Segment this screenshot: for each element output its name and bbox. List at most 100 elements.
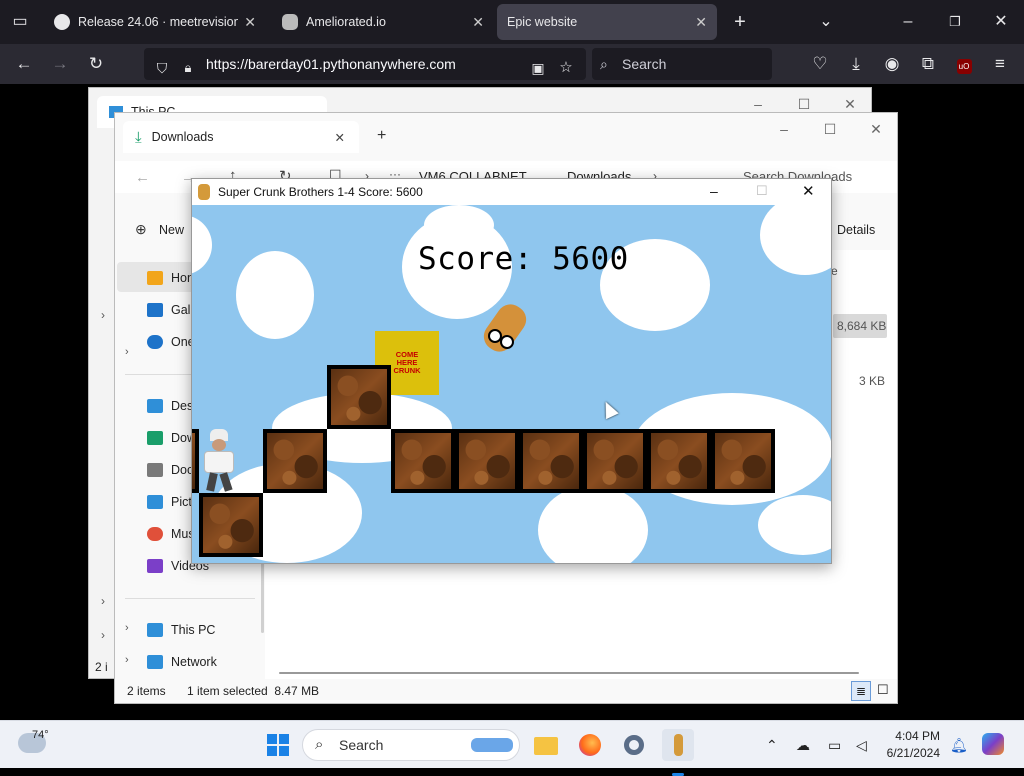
tab-overview-icon[interactable]: ▭ <box>0 0 40 44</box>
network-icon <box>147 655 163 669</box>
game-window-title: Super Crunk Brothers 1-4 Score: 5600 <box>218 185 423 199</box>
back-icon[interactable]: ← <box>8 44 40 84</box>
firefox-icon[interactable] <box>574 729 606 761</box>
volume-icon[interactable]: ◁ <box>856 721 867 769</box>
tab-list-chevron-icon[interactable]: ⌄ <box>806 0 846 44</box>
details-view-icon[interactable]: ≣ <box>851 681 871 701</box>
copilot-icon[interactable] <box>982 733 1004 755</box>
file-explorer-icon[interactable] <box>530 729 562 761</box>
onedrive-icon <box>147 335 163 349</box>
browser-tab-bar: ▭ Release 24.06 · meetrevision/pla ✕ Ame… <box>0 0 1024 44</box>
display-icon[interactable]: ▭ <box>828 721 841 769</box>
status-item-count: 2 items <box>127 684 166 698</box>
tab-ameliorated[interactable]: Ameliorated.io ✕ <box>272 4 494 40</box>
clock-time[interactable]: 4:04 PM <box>884 729 940 743</box>
sidebar-item-network[interactable]: Network <box>147 648 217 676</box>
score-text: Score: 5600 <box>418 241 629 277</box>
game-canvas[interactable]: Score: 5600 COME HERE CRUNK <box>192 205 831 563</box>
minimize-icon[interactable]: – <box>761 121 807 137</box>
taskbar-search-input[interactable]: ⌕ Search <box>302 729 520 761</box>
new-tab-icon[interactable]: + <box>720 0 760 44</box>
maximize-icon[interactable]: ☐ <box>807 121 853 138</box>
chevron-right-icon[interactable]: › <box>101 628 105 642</box>
close-icon[interactable]: ✕ <box>827 96 873 113</box>
crunk-app-icon <box>198 184 210 200</box>
sign-text: COME HERE CRUNK <box>393 349 421 376</box>
chevron-right-icon[interactable]: › <box>101 308 105 322</box>
tab-release[interactable]: Release 24.06 · meetrevision/pla ✕ <box>44 4 266 40</box>
close-window-icon[interactable]: ✕ <box>981 0 1021 44</box>
url-text[interactable]: https://barerday01.pythonanywhere.com <box>206 48 456 80</box>
maximize-icon[interactable]: ☐ <box>781 96 827 113</box>
minimize-icon[interactable]: – <box>735 96 781 112</box>
extensions-icon[interactable]: ⧉ <box>912 44 944 84</box>
document-icon <box>147 463 163 477</box>
sidebar-item-onedrive[interactable]: One <box>147 328 195 356</box>
add-icon[interactable]: ⊕ <box>135 221 147 238</box>
music-icon <box>147 527 163 541</box>
download-icon: ⤓ <box>135 128 142 146</box>
close-icon[interactable]: ✕ <box>853 121 899 138</box>
download-icon <box>147 431 163 445</box>
back-icon[interactable]: ← <box>135 169 150 186</box>
restore-icon[interactable]: ❐ <box>935 0 975 44</box>
url-bar[interactable]: ⛉ 🔒︎ https://barerday01.pythonanywhere.c… <box>144 48 586 80</box>
tab-epic-website[interactable]: Epic website ✕ <box>497 4 717 40</box>
mouse-cursor-icon <box>599 398 619 420</box>
discord-icon <box>282 14 298 30</box>
dirt-block <box>263 429 327 493</box>
new-tab-icon[interactable]: + <box>377 127 386 145</box>
browser-search-input[interactable]: ⌕ Search <box>592 48 772 80</box>
horizontal-scrollbar[interactable] <box>279 672 859 674</box>
account-icon[interactable]: ◉ <box>876 44 908 84</box>
dirt-block <box>519 429 583 493</box>
close-tab-icon[interactable]: ✕ <box>335 130 345 145</box>
forward-icon[interactable]: → <box>44 44 76 84</box>
start-windows-icon[interactable] <box>262 729 294 761</box>
network-off-icon[interactable]: ☁ <box>796 721 810 769</box>
minimize-icon[interactable]: – <box>710 183 718 199</box>
close-icon[interactable]: ✕ <box>802 182 815 200</box>
pc-icon <box>147 623 163 637</box>
sidebar-item-this-pc[interactable]: This PC <box>147 616 215 644</box>
tab-downloads[interactable]: ⤓ Downloads ✕ <box>123 121 359 153</box>
tiles-view-icon[interactable]: ☐ <box>877 682 889 698</box>
close-tab-icon[interactable]: ✕ <box>244 14 256 31</box>
settings-gear-icon[interactable] <box>618 729 650 761</box>
chevron-up-icon[interactable]: ⌃ <box>766 721 778 769</box>
bookmark-star-icon[interactable]: ☆ <box>550 48 582 88</box>
close-tab-icon[interactable]: ✕ <box>472 14 484 31</box>
chef-player <box>196 429 244 493</box>
downloads-icon[interactable]: ⤓ <box>840 44 872 84</box>
sidebar-item-music[interactable]: Musi <box>147 520 197 548</box>
dirt-block <box>647 429 711 493</box>
chevron-right-icon[interactable]: › <box>101 594 105 608</box>
column-header-size[interactable]: e <box>831 264 838 278</box>
ublock-icon[interactable]: uO <box>948 44 980 84</box>
reload-icon[interactable]: ↻ <box>80 44 112 84</box>
file-size-cell: 8,684 KB <box>837 319 887 333</box>
menu-icon[interactable]: ≡ <box>984 44 1016 84</box>
weather-temperature[interactable]: 74° <box>32 729 49 741</box>
sidebar-item-label: Network <box>171 655 217 669</box>
sidebar-item-home[interactable]: Hon <box>147 264 194 292</box>
chevron-right-icon[interactable]: › <box>125 622 129 634</box>
notification-bell-icon[interactable]: 🔔︎ <box>950 721 968 769</box>
cloud <box>424 205 494 245</box>
chevron-right-icon[interactable]: › <box>125 654 129 666</box>
crunk-game-taskbar-icon[interactable] <box>662 729 694 776</box>
tab-title: Ameliorated.io <box>306 15 386 29</box>
minimize-icon[interactable]: – <box>888 0 928 44</box>
new-button[interactable]: New <box>159 223 184 237</box>
pictures-icon <box>147 495 163 509</box>
details-button[interactable]: Details <box>837 223 875 237</box>
dirt-block <box>391 429 455 493</box>
chevron-right-icon[interactable]: › <box>125 346 129 358</box>
dirt-block <box>199 493 263 557</box>
pocket-icon[interactable]: ♡ <box>804 44 836 84</box>
search-placeholder: Search <box>339 737 384 753</box>
lock-icon[interactable]: 🔒︎ <box>172 48 204 88</box>
sidebar-item-downloads[interactable]: Dow <box>147 424 196 452</box>
close-tab-icon[interactable]: ✕ <box>695 14 707 31</box>
clock-date[interactable]: 6/21/2024 <box>872 746 940 760</box>
